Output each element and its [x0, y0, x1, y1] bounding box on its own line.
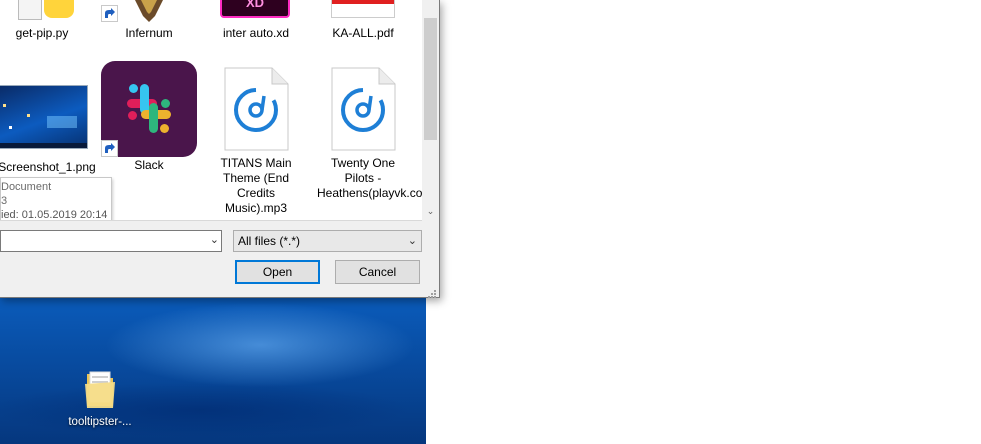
tooltip-modified: ied: 01.05.2019 20:14 — [1, 209, 108, 221]
file-type-selected: All files (*.*) — [238, 234, 301, 248]
file-list-scrollbar[interactable]: ⌄ — [422, 0, 439, 220]
desktop-folder-item[interactable]: tooltipster-... — [58, 368, 142, 428]
slack-icon — [95, 60, 203, 157]
groove-music-icon — [202, 66, 310, 154]
resize-grip-icon[interactable] — [427, 286, 437, 298]
shortcut-arrow-icon — [101, 5, 118, 22]
cancel-button[interactable]: Cancel — [335, 260, 420, 284]
pdf-icon — [309, 0, 417, 22]
file-item-infernum[interactable]: Infernum — [95, 0, 203, 41]
image-thumbnail-icon — [0, 66, 96, 150]
scroll-down-arrow-icon[interactable]: ⌄ — [425, 205, 436, 217]
file-item-slack[interactable]: Slack — [95, 60, 203, 173]
file-list-pane[interactable]: get-pip.py Infernum XD inter auto.xd KA-… — [0, 0, 422, 221]
file-type-select[interactable]: All files (*.*) ⌄ — [233, 230, 422, 252]
groove-music-icon — [309, 66, 417, 154]
file-item-twenty-one-pilots-mp3[interactable]: Twenty One Pilots - Heathens(playvk.com)… — [309, 66, 422, 201]
file-label: Infernum — [125, 26, 173, 40]
file-label: TITANS Main Theme (End Credits Music).mp… — [220, 156, 292, 215]
file-label: get-pip.py — [15, 26, 69, 40]
desktop-folder-label: tooltipster-... — [68, 416, 132, 428]
file-item-get-pip[interactable]: get-pip.py — [0, 0, 96, 41]
file-item-titans-mp3[interactable]: TITANS Main Theme (End Credits Music).mp… — [202, 66, 310, 216]
file-info-tooltip: Document 3 ied: 01.05.2019 20:14 — [0, 177, 112, 221]
adobe-xd-icon: XD — [202, 0, 310, 22]
file-name-input[interactable]: ⌄ — [0, 230, 222, 252]
tooltip-type: Document — [1, 181, 52, 193]
file-label: Screenshot_1.png — [0, 160, 96, 174]
folder-icon — [83, 368, 117, 410]
file-label: Twenty One Pilots - Heathens(playvk.com)… — [317, 156, 422, 200]
file-label: KA-ALL.pdf — [332, 26, 394, 40]
chevron-down-icon: ⌄ — [407, 235, 417, 247]
tooltip-size: 3 — [1, 195, 8, 207]
file-label: Slack — [134, 158, 164, 172]
file-item-ka-all[interactable]: KA-ALL.pdf — [309, 0, 417, 41]
shortcut-arrow-icon — [101, 140, 118, 157]
scrollbar-thumb[interactable] — [424, 18, 437, 140]
open-button[interactable]: Open — [235, 260, 320, 284]
game-icon — [95, 0, 203, 22]
file-item-inter-auto[interactable]: XD inter auto.xd — [202, 0, 310, 41]
file-label: inter auto.xd — [222, 26, 290, 40]
python-file-icon — [0, 0, 96, 22]
open-file-dialog: get-pip.py Infernum XD inter auto.xd KA-… — [0, 0, 440, 298]
file-item-screenshot[interactable]: Screenshot_1.png — [0, 66, 96, 175]
chevron-down-icon[interactable]: ⌄ — [210, 233, 219, 246]
